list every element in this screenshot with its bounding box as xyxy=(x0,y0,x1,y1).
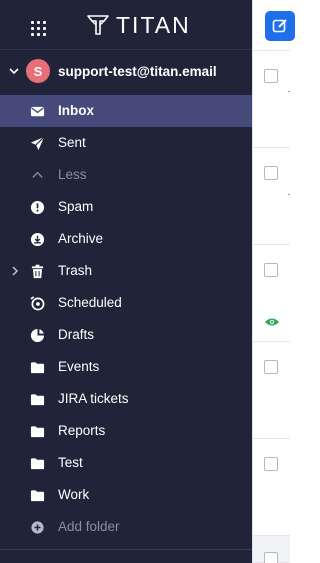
add-folder-button[interactable]: Add folder xyxy=(0,511,252,543)
sidebar-item-label: Test xyxy=(58,455,83,470)
sidebar-item-label: Archive xyxy=(58,231,104,246)
chevron-right-icon[interactable] xyxy=(10,265,20,277)
folder-icon xyxy=(30,394,45,406)
sidebar-header: TITAN xyxy=(0,0,252,50)
list-item[interactable] xyxy=(253,342,290,439)
folder-icon xyxy=(30,458,45,470)
alert-icon xyxy=(30,200,45,215)
text-fragment xyxy=(288,91,290,92)
sidebar-item-work[interactable]: Work xyxy=(0,479,252,511)
list-item[interactable] xyxy=(253,51,290,148)
folder-icon xyxy=(30,362,45,374)
select-checkbox[interactable] xyxy=(264,69,278,83)
sidebar-item-events[interactable]: Events xyxy=(0,351,252,383)
sidebar-item-label: Scheduled xyxy=(58,295,122,310)
mail-list-panel xyxy=(252,0,295,563)
brand-name: TITAN xyxy=(116,12,191,38)
sidebar-item-jira-tickets[interactable]: JIRA tickets xyxy=(0,383,252,415)
sidebar-item-label: Sent xyxy=(58,135,86,150)
compose-button[interactable] xyxy=(265,11,295,41)
list-item[interactable] xyxy=(253,245,290,342)
titan-logo: TITAN xyxy=(86,13,191,37)
sidebar-item-label: Inbox xyxy=(58,103,94,118)
archive-icon xyxy=(30,232,45,247)
select-checkbox[interactable] xyxy=(264,360,278,374)
plus-circle-icon xyxy=(31,521,44,534)
text-fragment xyxy=(288,194,290,195)
sidebar-item-less[interactable]: Less xyxy=(0,159,252,191)
folder-icon xyxy=(30,490,45,502)
sidebar-item-label: Spam xyxy=(58,199,94,214)
titan-logo-icon xyxy=(87,15,109,35)
sidebar-item-label: Add folder xyxy=(58,519,120,534)
sidebar-item-test[interactable]: Test xyxy=(0,447,252,479)
trash-icon xyxy=(31,264,44,279)
send-icon xyxy=(30,136,45,151)
select-checkbox[interactable] xyxy=(264,552,278,563)
sidebar-item-spam[interactable]: Spam xyxy=(0,191,252,223)
sidebar-item-scheduled[interactable]: Scheduled xyxy=(0,287,252,319)
sidebar-item-label: Drafts xyxy=(58,327,95,342)
sidebar-item-drafts[interactable]: Drafts xyxy=(0,319,252,351)
folder-list: Inbox Sent Less Spam Archive Trash Sched… xyxy=(0,95,252,543)
select-checkbox[interactable] xyxy=(264,166,278,180)
envelope-icon xyxy=(30,106,45,117)
compose-icon xyxy=(272,19,287,33)
account-email: support-test@titan.email xyxy=(58,64,217,79)
select-checkbox[interactable] xyxy=(264,263,278,277)
draft-icon xyxy=(30,328,45,343)
sidebar-item-archive[interactable]: Archive xyxy=(0,223,252,255)
avatar[interactable]: S xyxy=(26,59,50,83)
list-item[interactable] xyxy=(253,439,290,536)
folder-icon xyxy=(30,426,45,438)
list-item[interactable] xyxy=(253,148,290,245)
eye-icon xyxy=(265,318,279,326)
list-item[interactable] xyxy=(253,536,290,563)
select-checkbox[interactable] xyxy=(264,457,278,471)
sidebar-item-label: Trash xyxy=(58,263,93,278)
sidebar-item-sent[interactable]: Sent xyxy=(0,127,252,159)
sidebar: TITAN S support-test@titan.email Inbox S… xyxy=(0,0,252,563)
sidebar-footer-divider xyxy=(0,549,252,563)
apps-grid-icon[interactable] xyxy=(31,21,46,36)
sidebar-item-label: Events xyxy=(58,359,100,374)
account-row[interactable]: S support-test@titan.email xyxy=(0,56,252,88)
sidebar-item-label: Less xyxy=(58,167,87,182)
sidebar-item-inbox[interactable]: Inbox xyxy=(0,95,252,127)
chevron-up-icon xyxy=(32,171,43,178)
sidebar-item-label: Work xyxy=(58,487,90,502)
clock-icon xyxy=(30,296,45,311)
chevron-down-icon[interactable] xyxy=(8,65,20,77)
sidebar-item-label: JIRA tickets xyxy=(58,391,129,406)
sidebar-item-reports[interactable]: Reports xyxy=(0,415,252,447)
sidebar-item-label: Reports xyxy=(58,423,106,438)
sidebar-item-trash[interactable]: Trash xyxy=(0,255,252,287)
